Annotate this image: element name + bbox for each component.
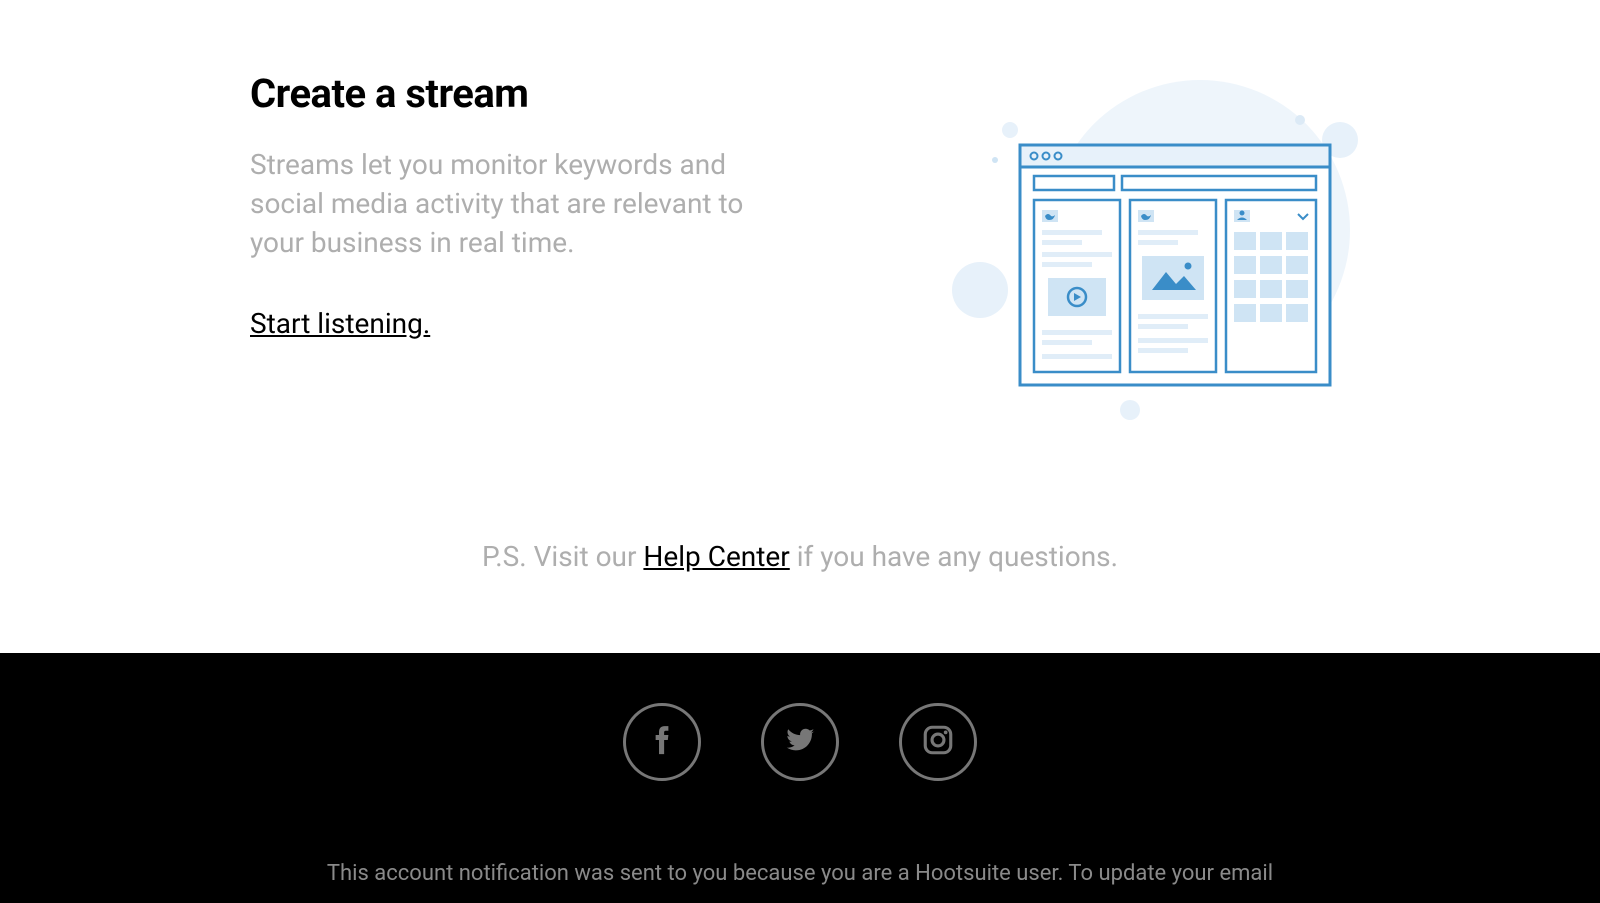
facebook-link[interactable] bbox=[623, 703, 701, 781]
ps-help-text: P.S. Visit our Help Center if you have a… bbox=[0, 540, 1600, 573]
help-center-link[interactable]: Help Center bbox=[643, 540, 789, 573]
start-listening-link[interactable]: Start listening. bbox=[250, 307, 430, 340]
twitter-link[interactable] bbox=[761, 703, 839, 781]
twitter-icon bbox=[783, 723, 817, 761]
footer: This account notification was sent to yo… bbox=[0, 653, 1600, 903]
feature-description: Streams let you monitor keywords and soc… bbox=[250, 145, 770, 263]
footer-notice: This account notification was sent to yo… bbox=[0, 859, 1600, 890]
ps-suffix: if you have any questions. bbox=[790, 540, 1118, 573]
facebook-icon bbox=[645, 723, 679, 761]
instagram-link[interactable] bbox=[899, 703, 977, 781]
feature-heading: Create a stream bbox=[250, 70, 770, 117]
instagram-icon bbox=[921, 723, 955, 761]
ps-prefix: P.S. Visit our bbox=[482, 540, 643, 573]
streams-illustration bbox=[890, 60, 1370, 420]
feature-text-block: Create a stream Streams let you monitor … bbox=[250, 60, 770, 340]
social-links-row bbox=[0, 703, 1600, 781]
